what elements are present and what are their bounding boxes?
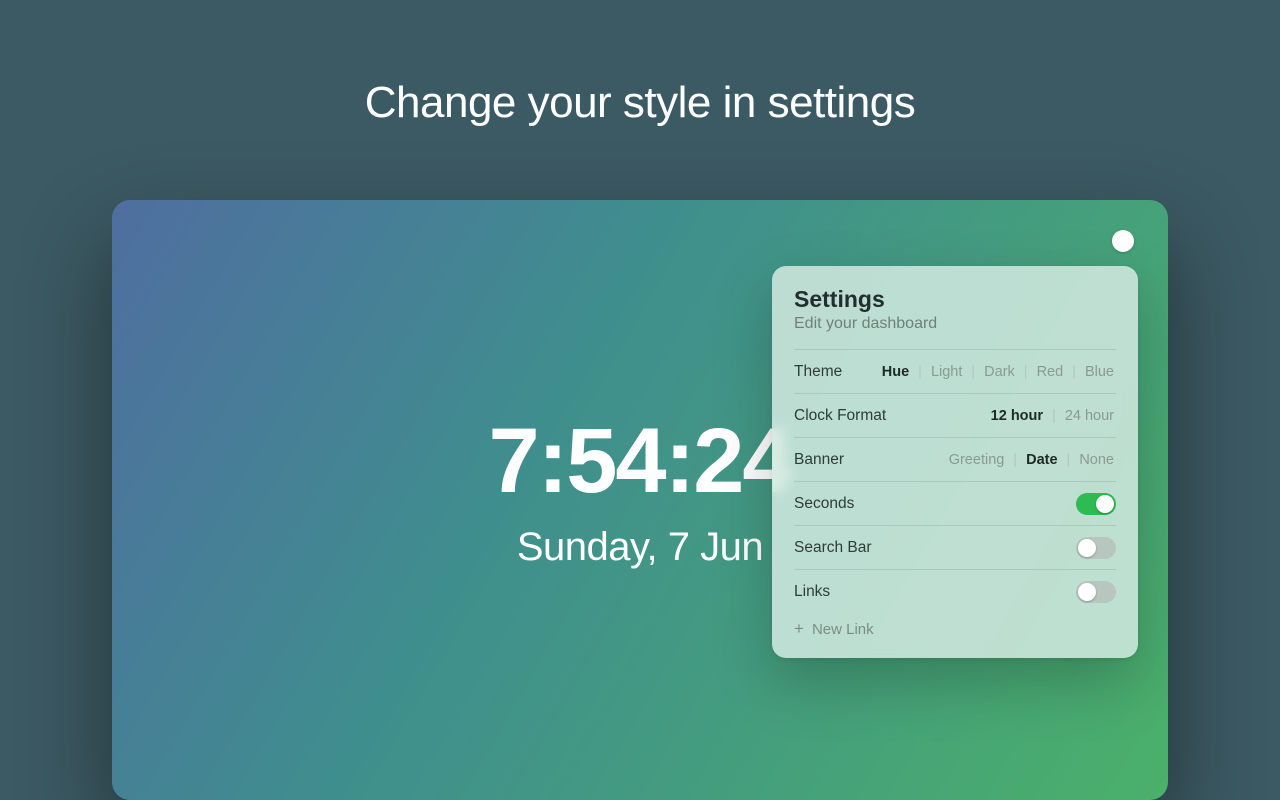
row-theme: Theme Hue| Light| Dark| Red| Blue [794, 349, 1116, 393]
theme-label: Theme [794, 363, 842, 381]
row-search-bar: Search Bar [794, 525, 1116, 569]
links-label: Links [794, 583, 830, 601]
banner-opt-date[interactable]: Date [1024, 452, 1059, 468]
settings-panel: Settings Edit your dashboard Theme Hue| … [772, 266, 1138, 658]
separator: | [1006, 452, 1024, 468]
row-seconds: Seconds [794, 481, 1116, 525]
separator: | [1065, 364, 1083, 380]
row-banner: Banner Greeting| Date| None [794, 437, 1116, 481]
new-link-label: New Link [812, 621, 874, 638]
new-link-button[interactable]: + New Link [794, 613, 1116, 640]
separator: | [1017, 364, 1035, 380]
banner-label: Banner [794, 451, 844, 469]
dashboard-card: 7:54:24 Sunday, 7 Jun Settings Edit your… [112, 200, 1168, 800]
theme-opt-light[interactable]: Light [929, 364, 964, 380]
settings-title: Settings [794, 286, 1116, 313]
banner-opt-greeting[interactable]: Greeting [947, 452, 1007, 468]
clock-format-12[interactable]: 12 hour [989, 408, 1045, 424]
banner-opt-none[interactable]: None [1077, 452, 1116, 468]
clock-format-options: 12 hour| 24 hour [989, 408, 1116, 424]
clock-format-24[interactable]: 24 hour [1063, 408, 1116, 424]
theme-opt-blue[interactable]: Blue [1083, 364, 1116, 380]
row-links: Links [794, 569, 1116, 613]
seconds-toggle[interactable] [1076, 493, 1116, 515]
toggle-knob [1096, 495, 1114, 513]
settings-trigger-dot[interactable] [1112, 230, 1134, 252]
theme-opt-red[interactable]: Red [1035, 364, 1066, 380]
theme-opt-hue[interactable]: Hue [880, 364, 911, 380]
theme-opt-dark[interactable]: Dark [982, 364, 1017, 380]
separator: | [964, 364, 982, 380]
page-headline: Change your style in settings [0, 78, 1280, 128]
theme-options: Hue| Light| Dark| Red| Blue [880, 364, 1116, 380]
search-bar-label: Search Bar [794, 539, 872, 557]
plus-icon: + [794, 620, 804, 637]
separator: | [1060, 452, 1078, 468]
links-toggle[interactable] [1076, 581, 1116, 603]
search-bar-toggle[interactable] [1076, 537, 1116, 559]
separator: | [1045, 408, 1063, 424]
settings-subtitle: Edit your dashboard [794, 315, 1116, 333]
toggle-knob [1078, 539, 1096, 557]
banner-options: Greeting| Date| None [947, 452, 1116, 468]
row-clock-format: Clock Format 12 hour| 24 hour [794, 393, 1116, 437]
clock-format-label: Clock Format [794, 407, 886, 425]
separator: | [911, 364, 929, 380]
toggle-knob [1078, 583, 1096, 601]
seconds-label: Seconds [794, 495, 854, 513]
